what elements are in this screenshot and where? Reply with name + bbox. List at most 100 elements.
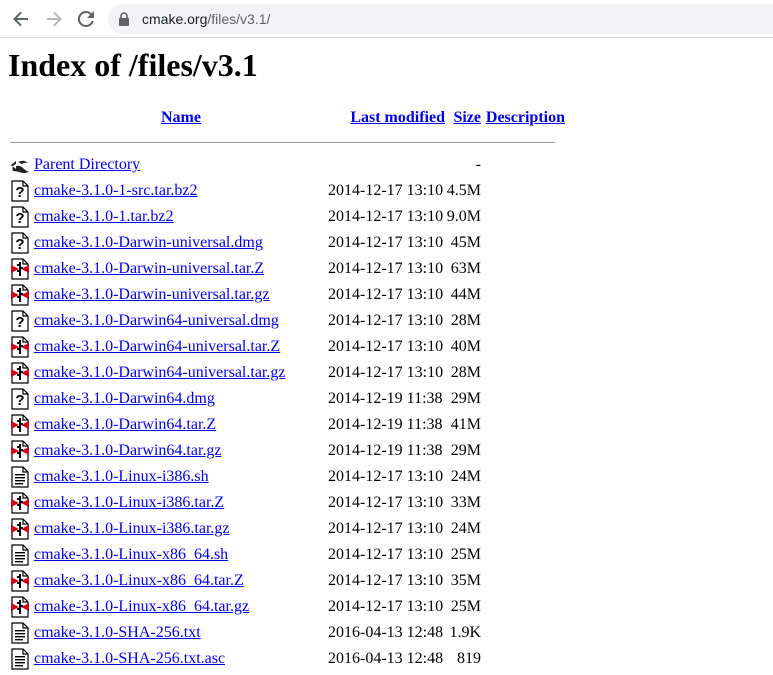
header-divider-cell <box>10 132 565 152</box>
text-file-icon <box>11 466 29 488</box>
header-icon-cell <box>10 104 34 132</box>
lock-icon <box>119 12 129 26</box>
compressed-file-icon <box>11 440 29 462</box>
name-cell: cmake-3.1.0-Darwin64.tar.Z <box>34 412 328 438</box>
file-link[interactable]: cmake-3.1.0-SHA-256.txt <box>34 624 201 641</box>
file-link[interactable]: cmake-3.1.0-Darwin64.tar.Z <box>34 416 216 433</box>
size-cell: 9.0M <box>446 208 481 225</box>
name-cell: cmake-3.1.0-Linux-i386.sh <box>34 464 328 490</box>
description-cell <box>481 542 565 568</box>
url-path: /files/v3.1/ <box>207 11 271 27</box>
file-link[interactable]: cmake-3.1.0-Darwin64-universal.tar.gz <box>34 364 285 381</box>
size-cell: 41M <box>450 416 481 433</box>
last-modified-cell: 2014-12-17 13:10 <box>328 494 444 511</box>
description-cell <box>481 256 565 282</box>
last-modified-cell: 2014-12-19 11:38 <box>328 416 443 433</box>
sort-by-name-link[interactable]: Name <box>161 109 201 126</box>
description-cell <box>481 620 565 646</box>
parent-directory-link[interactable]: Parent Directory <box>34 156 140 173</box>
file-link[interactable]: cmake-3.1.0-Darwin-universal.tar.gz <box>34 286 269 303</box>
icon-cell <box>10 412 34 438</box>
icon-cell: ? <box>10 386 34 412</box>
page-title: Index of /files/v3.1 <box>8 47 258 83</box>
file-link[interactable]: cmake-3.1.0-SHA-256.txt.asc <box>34 650 225 667</box>
sort-by-size-link[interactable]: Size <box>453 109 481 126</box>
header-name-cell: Name <box>34 104 328 132</box>
description-cell <box>481 568 565 594</box>
table-row: ? cmake-3.1.0-Darwin-universal.dmg 2014-1… <box>10 230 565 256</box>
size-cell: 40M <box>450 338 481 355</box>
file-link[interactable]: cmake-3.1.0-Linux-x86_64.tar.gz <box>34 598 249 615</box>
reload-icon <box>77 10 94 27</box>
icon-cell <box>10 646 34 672</box>
header-description-cell: Description <box>481 104 565 132</box>
url-host: cmake.org <box>142 11 208 27</box>
table-row: cmake-3.1.0-Darwin64-universal.tar.Z 2014… <box>10 334 565 360</box>
file-link[interactable]: cmake-3.1.0-Linux-i386.sh <box>34 468 209 485</box>
name-cell: cmake-3.1.0-SHA-256.txt <box>34 620 328 646</box>
file-link[interactable]: cmake-3.1.0-Darwin64-universal.dmg <box>34 312 279 329</box>
table-row: ? cmake-3.1.0-1.tar.bz2 2014-12-17 13:10 9… <box>10 204 565 230</box>
table-row: cmake-3.1.0-SHA-256.txt.asc 2016-04-13 12… <box>10 646 565 672</box>
compressed-file-icon <box>11 518 29 540</box>
name-cell: cmake-3.1.0-Darwin64.tar.gz <box>34 438 328 464</box>
text-file-icon <box>11 544 29 566</box>
reload-button[interactable] <box>75 8 97 30</box>
file-link[interactable]: cmake-3.1.0-Darwin64.tar.gz <box>34 442 221 459</box>
last-modified-cell: 2014-12-17 13:10 <box>328 260 444 277</box>
last-modified-cell: 2014-12-17 13:10 <box>328 572 444 589</box>
last-modified-cell: 2014-12-17 13:10 <box>328 234 444 251</box>
icon-cell <box>10 152 34 178</box>
text-file-icon <box>11 622 29 644</box>
name-cell: cmake-3.1.0-Darwin64-universal.tar.gz <box>34 360 328 386</box>
url-text: cmake.org/files/v3.1/ <box>142 11 270 27</box>
svg-text:?: ? <box>15 236 24 253</box>
description-cell <box>481 230 565 256</box>
icon-cell: ? <box>10 204 34 230</box>
icon-cell <box>10 360 34 386</box>
size-cell: - <box>475 156 481 173</box>
size-cell: 28M <box>450 364 481 381</box>
address-bar[interactable]: cmake.org/files/v3.1/ <box>108 4 773 34</box>
file-link[interactable]: cmake-3.1.0-1-src.tar.bz2 <box>34 182 197 199</box>
compressed-file-icon <box>11 258 29 280</box>
forward-button[interactable] <box>43 8 65 30</box>
size-cell: 29M <box>450 390 481 407</box>
description-cell <box>481 516 565 542</box>
file-link[interactable]: cmake-3.1.0-Darwin-universal.dmg <box>34 234 263 251</box>
name-cell: cmake-3.1.0-Linux-x86_64.tar.Z <box>34 568 328 594</box>
description-cell <box>481 646 565 672</box>
last-modified-cell: 2016-04-13 12:48 <box>328 650 444 667</box>
file-listing-table: Name Last modified Size Description Pare… <box>10 104 565 672</box>
text-file-icon <box>11 648 29 670</box>
file-link[interactable]: cmake-3.1.0-Darwin64-universal.tar.Z <box>34 338 280 355</box>
last-modified-cell: 2014-12-17 13:10 <box>328 312 444 329</box>
size-cell: 35M <box>450 572 481 589</box>
last-modified-cell: 2016-04-13 12:48 <box>328 624 444 641</box>
file-link[interactable]: cmake-3.1.0-Linux-x86_64.sh <box>34 546 228 563</box>
file-link[interactable]: cmake-3.1.0-Linux-i386.tar.gz <box>34 520 230 537</box>
icon-cell <box>10 438 34 464</box>
size-cell: 25M <box>450 546 481 563</box>
parent-directory-icon <box>11 160 29 173</box>
table-row: cmake-3.1.0-Linux-x86_64.tar.gz 2014-12-1… <box>10 594 565 620</box>
compressed-file-icon <box>11 596 29 618</box>
size-cell: 63M <box>450 260 481 277</box>
last-modified-cell: 2014-12-17 13:10 <box>328 208 444 225</box>
file-link[interactable]: cmake-3.1.0-Darwin-universal.tar.Z <box>34 260 264 277</box>
sort-by-last-modified-link[interactable]: Last modified <box>350 109 445 126</box>
name-cell: cmake-3.1.0-1-src.tar.bz2 <box>34 178 328 204</box>
header-size-cell: Size <box>445 104 481 132</box>
sort-by-description-link[interactable]: Description <box>486 109 565 126</box>
description-cell <box>481 308 565 334</box>
size-cell: 45M <box>450 234 481 251</box>
file-link[interactable]: cmake-3.1.0-Linux-i386.tar.Z <box>34 494 224 511</box>
back-button[interactable] <box>10 8 32 30</box>
file-link[interactable]: cmake-3.1.0-Linux-x86_64.tar.Z <box>34 572 244 589</box>
name-cell: cmake-3.1.0-Darwin64-universal.tar.Z <box>34 334 328 360</box>
table-row: cmake-3.1.0-SHA-256.txt 2016-04-13 12:48 1… <box>10 620 565 646</box>
file-link[interactable]: cmake-3.1.0-Darwin64.dmg <box>34 390 215 407</box>
icon-cell <box>10 594 34 620</box>
file-link[interactable]: cmake-3.1.0-1.tar.bz2 <box>34 208 174 225</box>
size-cell: 1.9K <box>449 624 481 641</box>
